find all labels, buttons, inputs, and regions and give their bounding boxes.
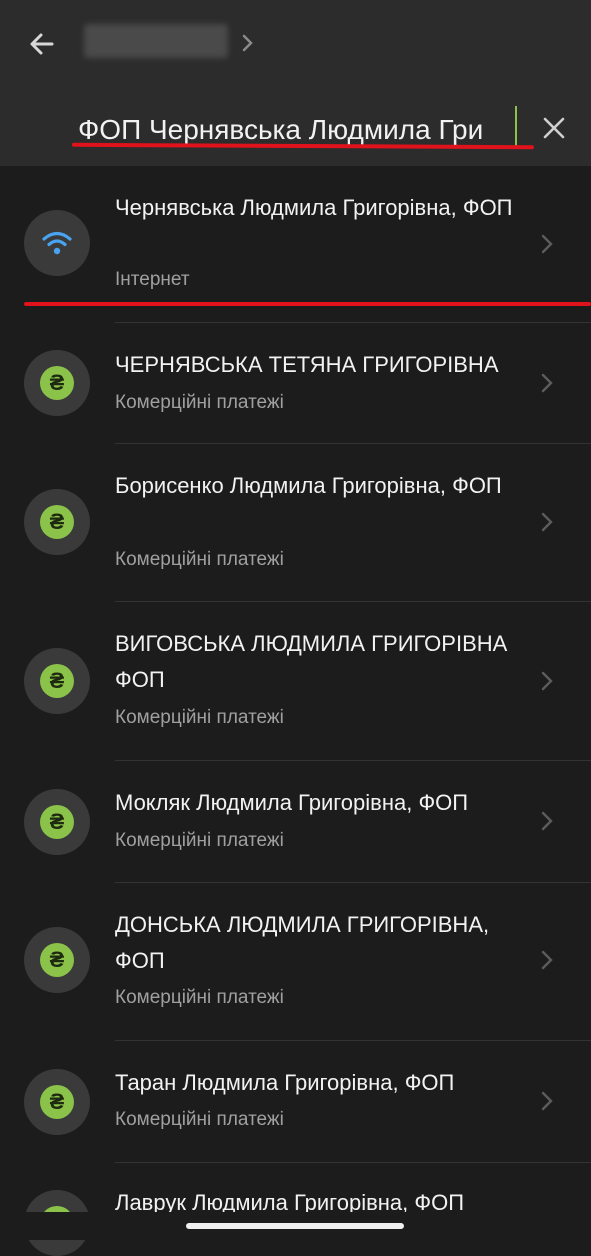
result-row[interactable]: ₴ ВИГОВСЬКА ЛЮДМИЛА ГРИГОРІВНА ФОП Комер… bbox=[0, 602, 591, 760]
category-avatar bbox=[24, 210, 90, 276]
chevron-right-icon bbox=[541, 671, 553, 691]
chevron-right-icon bbox=[541, 373, 553, 393]
chevron-right-icon bbox=[242, 34, 253, 52]
result-title: Борисенко Людмила Григорівна, ФОП bbox=[115, 473, 502, 498]
search-header: ФОП Чернявська Людмила Гри bbox=[0, 0, 591, 166]
hryvnia-icon: ₴ bbox=[40, 505, 74, 539]
category-avatar: ₴ bbox=[24, 1069, 90, 1135]
category-avatar: ₴ bbox=[24, 350, 90, 416]
result-category: Комерційні платежі bbox=[115, 549, 284, 570]
hryvnia-icon: ₴ bbox=[40, 366, 74, 400]
category-avatar: ₴ bbox=[24, 927, 90, 993]
breadcrumb-redacted[interactable] bbox=[84, 24, 228, 58]
chevron-right-icon bbox=[541, 811, 553, 831]
chevron-right-icon bbox=[541, 512, 553, 532]
hryvnia-icon: ₴ bbox=[40, 805, 74, 839]
result-title: Таран Людмила Григорівна, ФОП bbox=[115, 1070, 455, 1095]
hryvnia-icon: ₴ bbox=[40, 664, 74, 698]
result-category: Інтернет bbox=[115, 269, 190, 290]
result-title: ЧЕРНЯВСЬКА ТЕТЯНА ГРИГОРІВНА bbox=[115, 352, 499, 377]
result-title: ВИГОВСЬКА ЛЮДМИЛА ГРИГОРІВНА ФОП bbox=[115, 631, 508, 692]
hryvnia-icon: ₴ bbox=[40, 1085, 74, 1119]
clear-search-button[interactable] bbox=[536, 110, 572, 146]
result-category: Комерційні платежі bbox=[115, 707, 284, 728]
result-row[interactable]: ₴ ЧЕРНЯВСЬКА ТЕТЯНА ГРИГОРІВНА Комерційн… bbox=[0, 323, 591, 443]
result-row[interactable]: ₴ ДОНСЬКА ЛЮДМИЛА ГРИГОРІВНА, ФОП Комерц… bbox=[0, 883, 591, 1040]
result-row[interactable]: ₴ Мокляк Людмила Григорівна, ФОП Комерці… bbox=[0, 761, 591, 882]
close-icon bbox=[543, 117, 565, 139]
result-title: Мокляк Людмила Григорівна, ФОП bbox=[115, 790, 469, 815]
annotation-highlight-line bbox=[24, 302, 591, 306]
search-value: ФОП Чернявська Людмила Гри bbox=[78, 114, 484, 145]
result-category: Комерційні платежі bbox=[115, 830, 284, 851]
result-row[interactable]: ₴ Таран Людмила Григорівна, ФОП Комерцій… bbox=[0, 1041, 591, 1162]
text-cursor bbox=[515, 106, 517, 148]
hryvnia-icon: ₴ bbox=[40, 943, 74, 977]
result-row[interactable]: ₴ Борисенко Людмила Григорівна, ФОП Коме… bbox=[0, 444, 591, 601]
result-title: ДОНСЬКА ЛЮДМИЛА ГРИГОРІВНА, ФОП bbox=[115, 912, 490, 973]
back-button[interactable] bbox=[24, 26, 60, 62]
chevron-right-icon bbox=[541, 234, 553, 254]
wifi-icon bbox=[42, 231, 72, 255]
category-avatar: ₴ bbox=[24, 648, 90, 714]
result-title: Чернявська Людмила Григорівна, ФОП bbox=[115, 195, 513, 220]
chevron-right-icon bbox=[541, 950, 553, 970]
result-category: Комерційні платежі bbox=[115, 392, 284, 413]
result-category: Комерційні платежі bbox=[115, 987, 284, 1008]
arrow-left-icon bbox=[30, 33, 54, 55]
category-avatar: ₴ bbox=[24, 789, 90, 855]
result-row[interactable]: Чернявська Людмила Григорівна, ФОП Інтер… bbox=[0, 166, 591, 322]
result-category: Комерційні платежі bbox=[115, 1109, 284, 1130]
category-avatar: ₴ bbox=[24, 489, 90, 555]
chevron-right-icon bbox=[541, 1091, 553, 1111]
home-indicator[interactable] bbox=[186, 1223, 404, 1229]
